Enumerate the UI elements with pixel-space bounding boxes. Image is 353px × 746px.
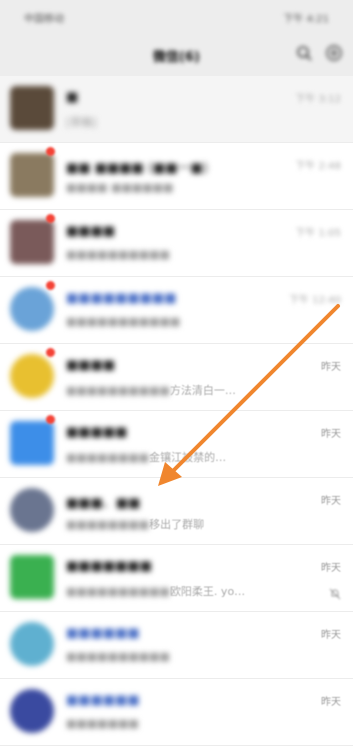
chat-preview: ■■■■■■■■■■方法清白一… [66,382,236,398]
status-bar: 中国移动 下午 4:21 [0,0,353,34]
chat-time: 昨天 [321,630,341,641]
avatar [10,488,54,532]
avatar [10,354,54,398]
preview-blurred-text: [草稿] [66,116,97,129]
chat-time: 下午 12:40 [289,295,341,306]
preview-blurred-text: ■■■■■■■■■■ [66,384,170,397]
avatar [10,287,54,331]
unread-badge [46,214,55,223]
preview-blurred-text: ■■■■■■■■■■■ [66,315,181,328]
preview-blurred-text: ■■■■ ■■■■■■ [66,181,174,194]
add-icon[interactable] [325,44,343,62]
chat-preview: ■■■■■■■■■■ [66,248,170,261]
preview-blurred-text: ■■■■■■■■ [66,518,150,531]
unread-badge [46,147,55,156]
carrier-text: 中国移动 [24,13,64,25]
chat-preview: ■■■■■■■■金镶江被禁的… [66,449,226,465]
chat-list-item[interactable]: ■■■■■ ■■■■■■■■金镶江被禁的… 昨天 [0,411,353,478]
chat-preview: [草稿] [66,114,97,130]
chat-list-item[interactable]: ■■■■■■ ■■■■■■■ 昨天 [0,679,353,746]
avatar [10,555,54,599]
chat-list-item[interactable]: ■■ ■■■■ (■■一■) ■■■■ ■■■■■■ 下午 2:48 [0,143,353,210]
avatar [10,622,54,666]
chat-preview: ■■■■■■■■■■■ [66,315,180,328]
chat-name: ■■■■ [66,224,116,239]
chat-time: 昨天 [321,496,341,507]
chat-name: ■■■■■■■ [66,559,152,574]
preview-visible-text: 方法清白一… [169,384,236,397]
search-icon[interactable] [295,44,313,62]
chat-name: ■■ ■■■■ (■■一■) [66,161,208,176]
chat-name: ■ [66,90,79,105]
chat-list: ■ [草稿] 下午 3:12 ■■ ■■■■ (■■一■) ■■■■ ■■■■■■ 下午… [0,76,353,746]
chat-list-item[interactable]: ■■■■■■■■■ ■■■■■■■■■■■ 下午 12:40 [0,277,353,344]
unread-badge [46,281,55,290]
chat-list-item[interactable]: ■■■■ ■■■■■■■■■■ 下午 1:05 [0,210,353,277]
preview-visible-text: 欧阳柔王. yo… [169,585,246,598]
chat-time: 昨天 [321,362,341,373]
preview-blurred-text: ■■■■■■■■■■ [66,585,170,598]
unread-badge [46,415,55,424]
avatar [10,153,54,197]
chat-preview: ■■■■■■■■■■欧阳柔王. yo… [66,583,245,599]
chat-time: 下午 2:48 [295,161,341,172]
app-header: 微信(6) [0,34,353,76]
chat-list-item[interactable]: ■■■、■■ ■■■■■■■■移出了群聊 昨天 [0,478,353,545]
chat-name: ■■■■■■ [66,693,140,708]
preview-blurred-text: ■■■■■■■■■■ [66,248,170,261]
chat-time: 下午 3:12 [295,94,341,105]
preview-visible-text: 金镶江被禁的… [149,451,227,464]
chat-list-item[interactable]: ■ [草稿] 下午 3:12 [0,76,353,143]
chat-preview: ■■■■■■■■移出了群聊 [66,516,204,532]
mute-bell-icon [329,585,341,600]
chat-preview: ■■■■ ■■■■■■ [66,181,173,194]
unread-badge [46,348,55,357]
chat-name: ■■■■■ [66,425,128,440]
preview-visible-text: 移出了群聊 [149,518,205,531]
avatar [10,220,54,264]
status-time: 下午 4:21 [283,13,329,25]
chat-list-item[interactable]: ■■■■■■■ ■■■■■■■■■■欧阳柔王. yo… 昨天 [0,545,353,612]
chat-time: 下午 1:05 [295,228,341,239]
avatar [10,421,54,465]
avatar [10,86,54,130]
chat-name: ■■■、■■ [66,496,141,511]
chat-preview: ■■■■■■■■■■ [66,650,170,663]
chat-time: 昨天 [321,563,341,574]
chat-list-item[interactable]: ■■■■■■ ■■■■■■■■■■ 昨天 [0,612,353,679]
avatar [10,689,54,733]
chat-name: ■■■■■■■■■ [66,291,177,306]
chat-list-item[interactable]: ■■■■ ■■■■■■■■■■方法清白一… 昨天 [0,344,353,411]
preview-blurred-text: ■■■■■■■■ [66,451,150,464]
chat-name: ■■■■ [66,358,116,373]
chat-time: 昨天 [321,697,341,708]
preview-blurred-text: ■■■■■■■■■■ [66,650,170,663]
chat-time: 昨天 [321,429,341,440]
chat-name: ■■■■■■ [66,626,140,641]
page-title: 微信(6) [153,49,200,65]
